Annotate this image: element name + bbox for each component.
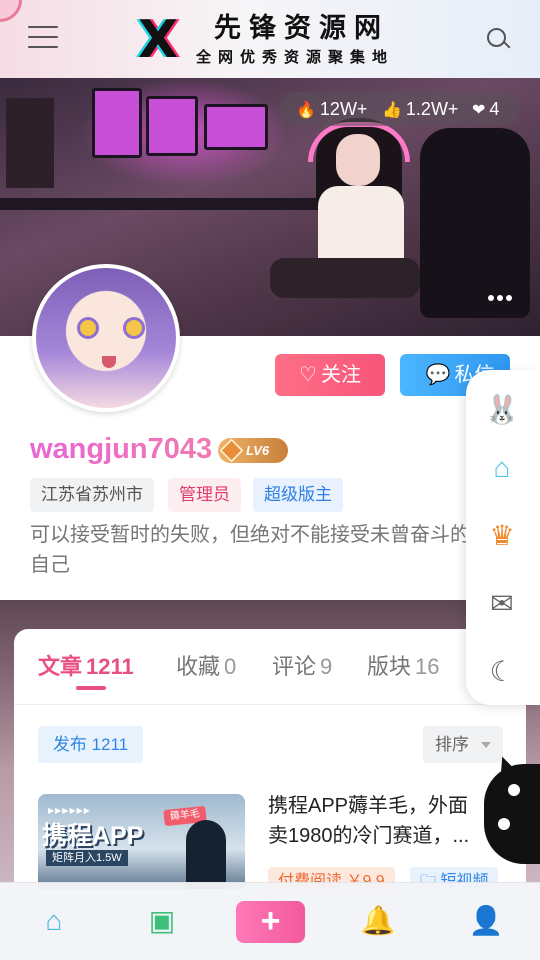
content-tabs: 文章 1211 收藏 0 评论 9 版块 16	[14, 629, 526, 705]
crown-icon[interactable]: ♛	[480, 514, 524, 558]
username: wangjun7043	[30, 433, 213, 465]
level-badge: LV6	[218, 438, 288, 463]
tab-comments[interactable]: 评论 9	[272, 653, 332, 681]
site-logo[interactable]: X 先锋资源网 全网优秀资源聚集地	[138, 12, 400, 68]
more-dots-icon[interactable]	[488, 295, 516, 305]
hamburger-menu-icon[interactable]	[28, 26, 58, 50]
bell-icon[interactable]: 🔔	[360, 903, 396, 939]
avatar[interactable]	[32, 264, 180, 412]
views-stat: 🔥 12W+	[296, 99, 368, 119]
chevron-down-icon	[481, 742, 491, 748]
wallet-icon[interactable]: ▣	[144, 903, 180, 939]
corner-decoration	[0, 0, 22, 22]
top-header: X 先锋资源网 全网优秀资源聚集地	[0, 0, 540, 78]
thumbs-up-icon: 👍	[382, 102, 402, 119]
logo-mark: X	[138, 10, 179, 70]
content-card: 文章 1211 收藏 0 评论 9 版块 16 发布 1211 排序 ▶▶▶▶▶▶ 携程…	[14, 629, 526, 889]
post-thumbnail[interactable]: ▶▶▶▶▶▶ 携程APP 矩阵月入1.5W 薅羊毛	[38, 794, 245, 889]
chat-bubble-icon: 💬	[425, 364, 451, 386]
favorites-stat: ❤ 4	[472, 99, 500, 119]
level-gem-icon	[219, 438, 244, 463]
likes-stat: 👍 1.2W+	[382, 99, 459, 119]
tab-boards[interactable]: 版块 16	[367, 653, 440, 681]
active-tab-indicator	[76, 686, 106, 690]
tab-articles[interactable]: 文章 1211	[38, 653, 134, 681]
heart-outline-icon: ♡	[299, 364, 317, 386]
cat-mascot[interactable]	[470, 753, 540, 866]
home-icon[interactable]: ⌂	[36, 903, 72, 939]
moderator-tag: 超级版主	[253, 478, 343, 512]
floating-side-menu: 🐰 ⌂ ♛ ✉ ☾	[466, 370, 540, 705]
bottom-navigation: ⌂ ▣ + 🔔 👤	[0, 882, 540, 960]
follow-button[interactable]: ♡ 关注	[275, 354, 385, 396]
logo-title: 先锋资源网	[214, 13, 389, 44]
home-icon[interactable]: ⌂	[480, 446, 524, 490]
moon-icon[interactable]: ☾	[480, 650, 524, 694]
add-icon[interactable]: +	[236, 901, 305, 943]
admin-tag: 管理员	[168, 478, 241, 512]
tab-favorites[interactable]: 收藏 0	[176, 653, 236, 681]
user-icon[interactable]: 👤	[468, 903, 504, 939]
logo-subtitle: 全网优秀资源聚集地	[196, 48, 395, 66]
fire-icon: 🔥	[296, 102, 316, 119]
location-tag: 江苏省苏州市	[30, 478, 154, 512]
profile-stats: 🔥 12W+ 👍 1.2W+ ❤ 4	[280, 92, 520, 126]
heart-icon: ❤	[472, 102, 486, 119]
publish-filter-button[interactable]: 发布 1211	[38, 726, 143, 763]
user-bio: 可以接受暂时的失败，但绝对不能接受未曾奋斗的自己	[30, 524, 470, 576]
gift-heart-icon[interactable]: 🐰	[480, 388, 524, 432]
wechat-icon[interactable]: ✉	[480, 582, 524, 626]
search-icon[interactable]	[487, 28, 511, 52]
